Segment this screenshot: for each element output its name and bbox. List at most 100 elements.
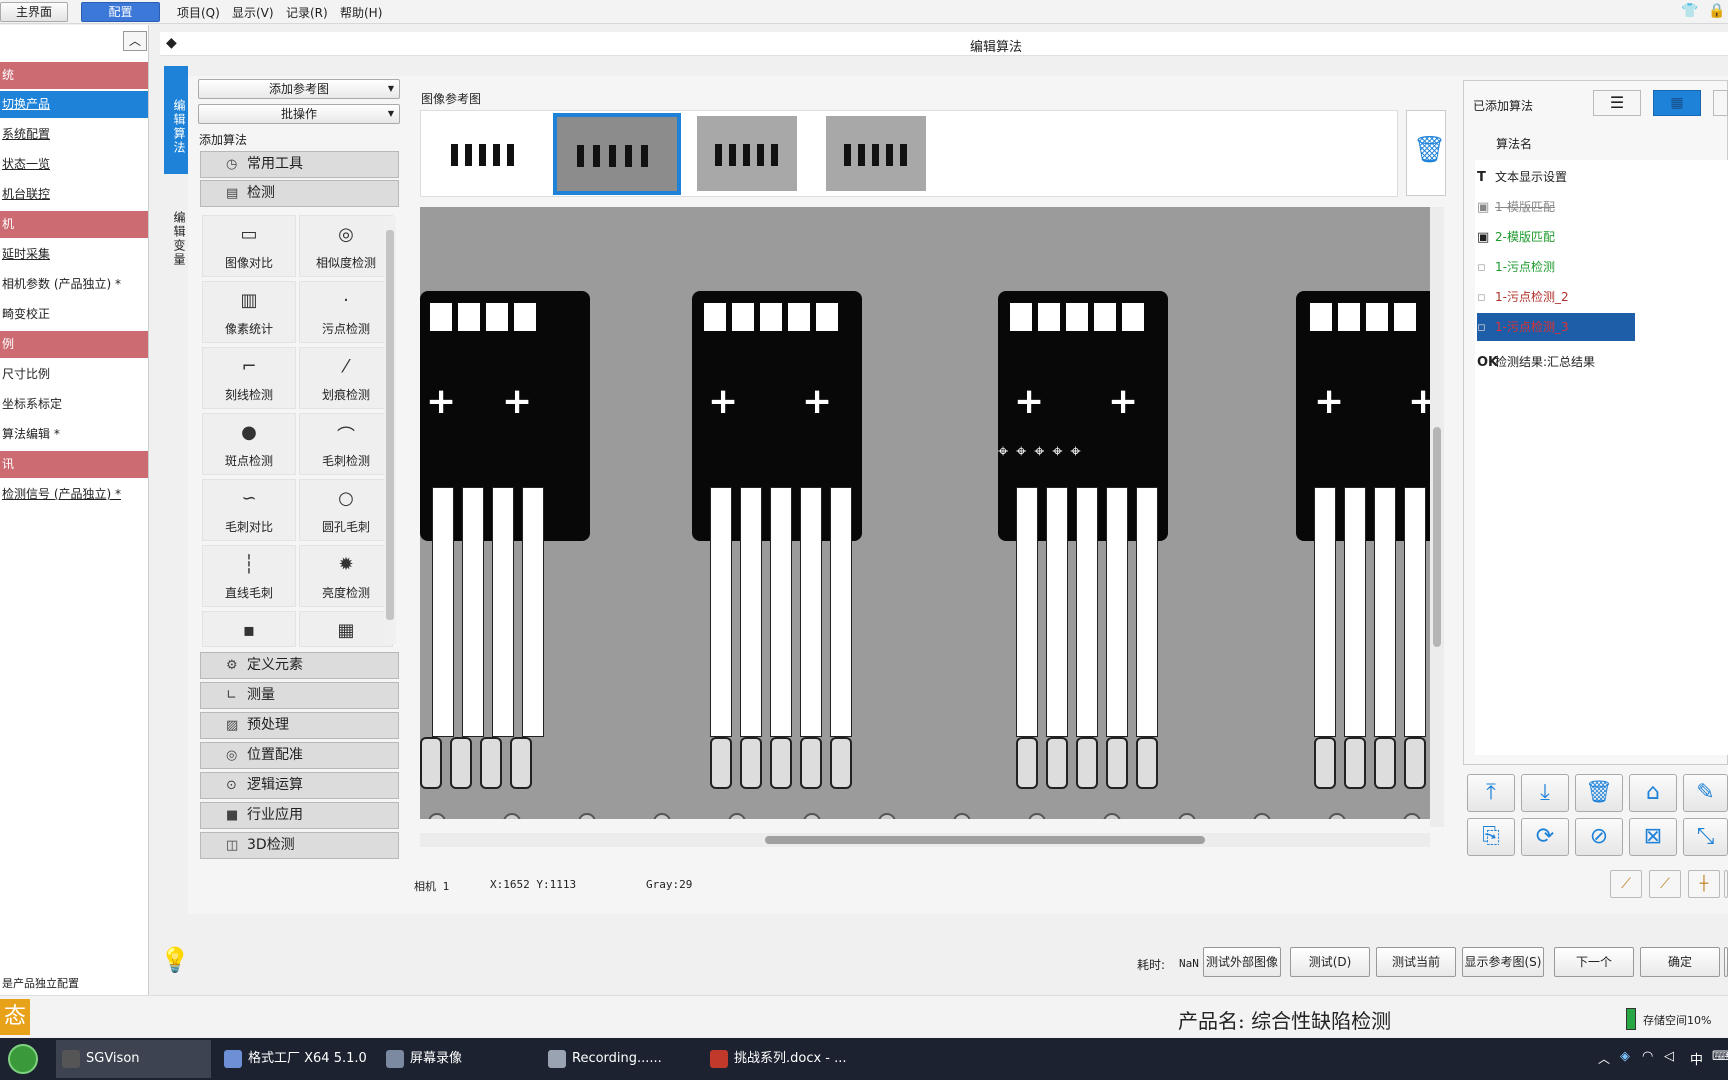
taskbar-item-format-factory[interactable]: 格式工厂 X64 5.1.0: [218, 1040, 373, 1078]
start-button[interactable]: [8, 1044, 38, 1074]
add-reference-dropdown[interactable]: 添加参考图 ▼: [198, 79, 400, 99]
viewer-horizontal-scrollbar[interactable]: [420, 833, 1430, 847]
sidebar-item-system-config[interactable]: 系统配置: [0, 121, 148, 148]
tab-edit-variables[interactable]: 编辑变量: [164, 178, 188, 286]
tool-pixel-stats[interactable]: ▥ 像素统计: [202, 281, 296, 343]
algorithm-item-template-2[interactable]: ▣ 2-模版匹配: [1477, 223, 1555, 251]
more-tools-button[interactable]: [1724, 870, 1728, 898]
move-to-bottom-button[interactable]: ⤓: [1521, 774, 1569, 812]
taskbar-item-docx[interactable]: 挑战系列.docx - ...: [704, 1040, 864, 1078]
tool-stain[interactable]: · 污点检测: [299, 281, 393, 343]
thumbnail-1[interactable]: [433, 116, 533, 191]
more-view-button[interactable]: [1713, 90, 1728, 116]
extra-button[interactable]: [1724, 947, 1728, 977]
algorithm-item-stain-2[interactable]: ▫ 1-污点检测_2: [1477, 283, 1569, 311]
list-view-button[interactable]: ☰: [1593, 90, 1641, 116]
viewer-vscroll-thumb[interactable]: [1433, 427, 1441, 647]
tool-hole-burr[interactable]: ○ 圆孔毛刺: [299, 479, 393, 541]
draw-erase-button[interactable]: ⟋: [1649, 870, 1681, 898]
taskbar-item-recording[interactable]: Recording......: [542, 1040, 697, 1078]
draw-line-button[interactable]: ⟋: [1610, 870, 1642, 898]
wifi-icon[interactable]: ◠: [1642, 1049, 1653, 1064]
tool-scribe-line[interactable]: ⌐ 刻线检测: [202, 347, 296, 409]
sidebar-item-status-overview[interactable]: 状态一览: [0, 151, 148, 178]
algorithm-item-stain-3-selected[interactable]: ▫ 1-污点检测_3: [1477, 313, 1635, 341]
category-registration[interactable]: ◎ 位置配准: [200, 742, 399, 769]
algorithm-item-text-display[interactable]: T 文本显示设置: [1477, 163, 1567, 191]
lightbulb-icon[interactable]: 💡: [160, 946, 190, 974]
tool-brightness[interactable]: ✹ 亮度检测: [299, 545, 393, 607]
sidebar-item-algo-edit[interactable]: 算法编辑 *: [0, 421, 148, 448]
sidebar-item-switch-product[interactable]: 切换产品: [0, 91, 148, 118]
grid-view-button[interactable]: ▦: [1653, 90, 1701, 116]
volume-icon[interactable]: ◁: [1664, 1049, 1674, 1064]
taskbar-item-sgvison[interactable]: SGVison: [56, 1040, 211, 1078]
show-reference-button[interactable]: 显示参考图(S): [1462, 947, 1544, 977]
keyboard-icon[interactable]: ⌨: [1712, 1049, 1728, 1064]
algorithm-item-summary[interactable]: OK检测结果:汇总结果: [1477, 348, 1595, 376]
shield-icon[interactable]: ◈: [1620, 1049, 1630, 1064]
sidebar-item-size-ratio[interactable]: 尺寸比例: [0, 361, 148, 388]
tab-edit-algorithm[interactable]: 编辑算法: [164, 66, 188, 174]
tray-chevron-icon[interactable]: ︿: [1598, 1050, 1610, 1067]
collapse-up-button[interactable]: ︿: [123, 31, 147, 51]
delete-reference-button[interactable]: 🗑: [1406, 110, 1446, 196]
roi-markers[interactable]: ⌖⌖⌖⌖⌖: [998, 441, 1089, 462]
tool-burr-compare[interactable]: ∽ 毛刺对比: [202, 479, 296, 541]
tool-scroll-thumb[interactable]: [386, 230, 394, 620]
copy-algorithm-button[interactable]: ⎘: [1467, 818, 1515, 856]
menu-record[interactable]: 记录(R): [286, 4, 328, 21]
remove-region-button[interactable]: ⊠: [1629, 818, 1677, 856]
delete-algorithm-button[interactable]: 🗑: [1575, 774, 1623, 812]
batch-operation-dropdown[interactable]: 批操作 ▼: [198, 104, 400, 124]
category-detection[interactable]: ▤ 检测: [200, 180, 399, 207]
resize-region-button[interactable]: ⤡: [1683, 818, 1728, 856]
taskbar-item-screen-recorder[interactable]: 屏幕录像: [380, 1040, 535, 1078]
tool-scrollbar[interactable]: [384, 216, 396, 644]
thumbnail-3[interactable]: [697, 116, 797, 191]
algorithm-item-stain-1[interactable]: ▫ 1-污点检测: [1477, 253, 1555, 281]
viewer-vertical-scrollbar[interactable]: [1430, 207, 1444, 827]
thumbnail-2-selected[interactable]: [553, 113, 681, 195]
crosshair-button[interactable]: ┼: [1688, 870, 1720, 898]
category-common-tools[interactable]: ◷ 常用工具: [200, 151, 399, 178]
menu-display[interactable]: 显示(V): [232, 4, 274, 21]
confirm-button[interactable]: 确定: [1640, 947, 1720, 977]
thumbnail-4[interactable]: [826, 116, 926, 191]
ime-indicator[interactable]: 中: [1690, 1049, 1703, 1068]
category-industry[interactable]: ■ 行业应用: [200, 802, 399, 829]
tool-image-compare[interactable]: ▭ 图像对比: [202, 215, 296, 277]
menu-project[interactable]: 项目(Q): [177, 4, 220, 21]
tool-scratch[interactable]: ⁄ 划痕检测: [299, 347, 393, 409]
shirt-icon[interactable]: 👕: [1681, 3, 1698, 19]
move-to-top-button[interactable]: ⤒: [1467, 774, 1515, 812]
sidebar-item-coord-calib[interactable]: 坐标系标定: [0, 391, 148, 418]
algorithm-item-template-1[interactable]: ▣ 1-模版匹配: [1477, 193, 1555, 221]
clear-button[interactable]: ⌂: [1629, 774, 1677, 812]
disable-algorithm-button[interactable]: ⊘: [1575, 818, 1623, 856]
image-viewer[interactable]: + + + + + + ⌖⌖⌖⌖⌖ + +: [420, 207, 1430, 819]
category-3d[interactable]: ◫ 3D检测: [200, 832, 399, 859]
edit-algorithm-button[interactable]: ✎: [1683, 774, 1728, 812]
category-define-element[interactable]: ⚙ 定义元素: [200, 652, 399, 679]
config-tab-button[interactable]: 配置: [81, 2, 160, 22]
sidebar-item-delay-capture[interactable]: 延时采集: [0, 241, 148, 268]
lock-icon[interactable]: 🔒: [1708, 3, 1725, 19]
tool-burr[interactable]: ⌒ 毛刺检测: [299, 413, 393, 475]
sidebar-item-detect-signal[interactable]: 检测信号 (产品独立) *: [0, 481, 148, 508]
refresh-algorithm-button[interactable]: ⟳: [1521, 818, 1569, 856]
viewer-hscroll-thumb[interactable]: [765, 836, 1205, 844]
tool-more-1[interactable]: ▪: [202, 611, 296, 647]
tool-line-burr[interactable]: ┆ 直线毛刺: [202, 545, 296, 607]
tool-barcode[interactable]: ▦: [299, 611, 393, 647]
test-button[interactable]: 测试(D): [1290, 947, 1370, 977]
category-measure[interactable]: ∟ 测量: [200, 682, 399, 709]
tool-spot[interactable]: ● 斑点检测: [202, 413, 296, 475]
category-logic[interactable]: ⊙ 逻辑运算: [200, 772, 399, 799]
test-current-button[interactable]: 测试当前: [1376, 947, 1456, 977]
sidebar-item-distortion[interactable]: 畸变校正: [0, 301, 148, 328]
sidebar-item-machine-link[interactable]: 机台联控: [0, 181, 148, 208]
category-preprocess[interactable]: ▨ 预处理: [200, 712, 399, 739]
main-tab-button[interactable]: 主界面: [0, 2, 68, 22]
sidebar-item-camera-params[interactable]: 相机参数 (产品独立) *: [0, 271, 148, 298]
